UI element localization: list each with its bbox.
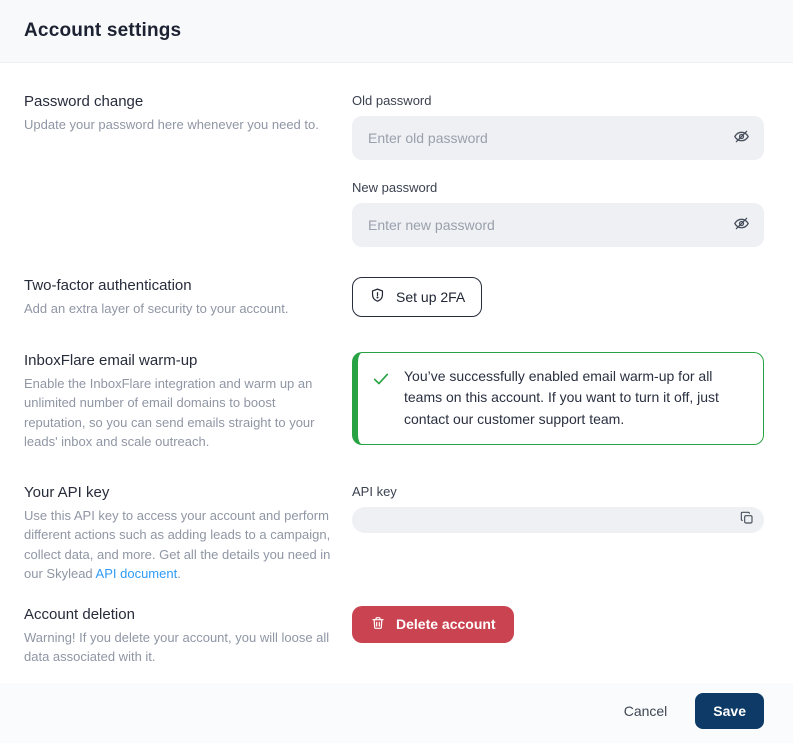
section-account-deletion: Account deletion Warning! If you delete … bbox=[0, 606, 793, 667]
cancel-button[interactable]: Cancel bbox=[622, 695, 670, 727]
copy-icon bbox=[739, 510, 755, 529]
setup-2fa-button[interactable]: Set up 2FA bbox=[352, 277, 482, 317]
new-password-visibility-toggle[interactable] bbox=[724, 208, 758, 242]
api-document-link[interactable]: API document bbox=[96, 566, 178, 581]
old-password-input[interactable] bbox=[352, 116, 764, 160]
account-settings-panel: Account settings Password change Update … bbox=[0, 0, 793, 743]
delete-account-label: Delete account bbox=[396, 616, 496, 632]
eye-off-icon bbox=[732, 127, 751, 149]
section-email-warmup: InboxFlare email warm-up Enable the Inbo… bbox=[0, 352, 793, 452]
save-button[interactable]: Save bbox=[695, 693, 764, 729]
new-password-label: New password bbox=[352, 180, 764, 195]
deletion-section-title: Account deletion bbox=[24, 606, 336, 623]
old-password-visibility-toggle[interactable] bbox=[724, 121, 758, 155]
eye-off-icon bbox=[732, 214, 751, 236]
api-section-description: Use this API key to access your account … bbox=[24, 506, 336, 584]
panel-footer: Cancel Save bbox=[0, 683, 793, 743]
trash-icon bbox=[370, 615, 386, 634]
old-password-label: Old password bbox=[352, 93, 764, 108]
deletion-section-description: Warning! If you delete your account, you… bbox=[24, 628, 336, 667]
api-key-label: API key bbox=[352, 484, 764, 499]
section-api-key: Your API key Use this API key to access … bbox=[0, 484, 793, 584]
settings-body: Password change Update your password her… bbox=[0, 63, 793, 683]
password-section-description: Update your password here whenever you n… bbox=[24, 115, 336, 135]
section-password-change: Password change Update your password her… bbox=[0, 93, 793, 247]
password-section-title: Password change bbox=[24, 93, 336, 110]
section-two-factor: Two-factor authentication Add an extra l… bbox=[0, 277, 793, 319]
twofa-section-description: Add an extra layer of security to your a… bbox=[24, 299, 336, 319]
new-password-input[interactable] bbox=[352, 203, 764, 247]
warmup-section-title: InboxFlare email warm-up bbox=[24, 352, 336, 369]
shield-icon bbox=[369, 287, 386, 307]
copy-api-key-button[interactable] bbox=[735, 508, 759, 532]
setup-2fa-label: Set up 2FA bbox=[396, 289, 465, 305]
checkmark-icon bbox=[371, 369, 391, 394]
twofa-section-title: Two-factor authentication bbox=[24, 277, 336, 294]
panel-header: Account settings bbox=[0, 0, 793, 63]
warmup-section-description: Enable the InboxFlare integration and wa… bbox=[24, 374, 336, 452]
warmup-success-alert: You’ve successfully enabled email warm-u… bbox=[352, 352, 764, 445]
api-section-title: Your API key bbox=[24, 484, 336, 501]
warmup-alert-text: You’ve successfully enabled email warm-u… bbox=[404, 366, 747, 431]
page-title: Account settings bbox=[24, 20, 181, 42]
api-key-input[interactable] bbox=[352, 507, 764, 533]
delete-account-button[interactable]: Delete account bbox=[352, 606, 514, 643]
